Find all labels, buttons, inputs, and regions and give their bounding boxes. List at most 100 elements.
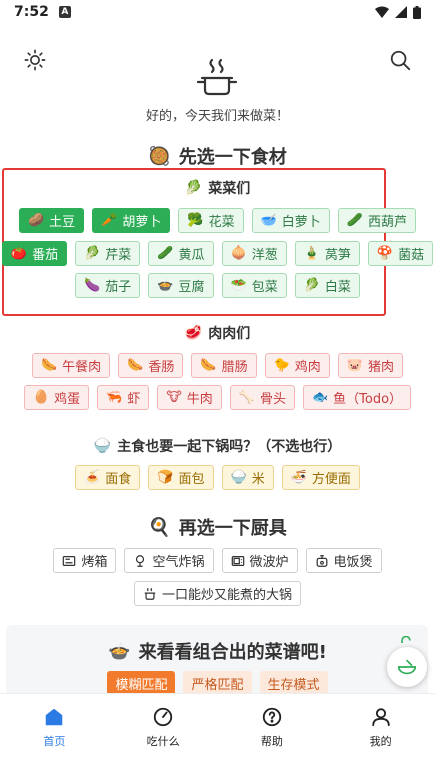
chip-emoji-icon: 🧅 <box>230 246 247 261</box>
chip-label: 菌菇 <box>398 248 425 263</box>
pot-logo-icon <box>196 58 238 96</box>
nav-item[interactable]: 帮助 <box>218 694 327 773</box>
staple-title: 🍚 主食也要一起下锅吗？（不选也行） <box>93 438 342 455</box>
meat-title: 🥩 肉肉们 <box>184 325 251 342</box>
nav-item[interactable]: 吃什么 <box>109 694 218 773</box>
veg-chip[interactable]: 🎍 莴笋 <box>294 241 360 266</box>
chip-label: 西葫芦 <box>367 215 407 230</box>
chip-label: 电饭煲 <box>333 555 373 570</box>
veg-chip[interactable]: 🥕 胡萝卜 <box>92 208 171 233</box>
tool-chip[interactable]: 空气炸锅 <box>124 548 214 573</box>
chip-label: 午餐肉 <box>62 360 102 375</box>
tool-chip[interactable]: 微波炉 <box>221 548 298 573</box>
chip-emoji-icon: 🥣 <box>260 213 277 228</box>
chip-label: 胡萝卜 <box>122 215 162 230</box>
nav-item[interactable]: 我的 <box>326 694 435 773</box>
tools-row-1: 烤箱 空气炸锅 微波炉 电饭煲 <box>0 548 435 573</box>
theme-toggle-button[interactable] <box>21 46 49 74</box>
wifi-icon <box>375 6 389 18</box>
battery-icon <box>413 5 421 19</box>
chip-emoji-icon: 🥒 <box>346 213 363 228</box>
meat-chip[interactable]: 🥚 鸡蛋 <box>23 385 90 410</box>
nav-item[interactable]: 首页 <box>0 694 109 773</box>
staple-chip[interactable]: 🍝 面食 <box>75 465 141 490</box>
chip-label: 空气炸锅 <box>152 555 205 570</box>
tool-chip[interactable]: 一口能炒又能煮的大锅 <box>133 581 301 606</box>
chip-emoji-icon: 🌭 <box>127 358 144 373</box>
header: 好的，今天我们来做菜！ <box>0 36 435 126</box>
search-button[interactable] <box>386 46 414 74</box>
staple-chip[interactable]: 🍜 方便面 <box>281 465 360 490</box>
air-fryer-icon <box>136 554 145 567</box>
meat-chip[interactable]: 🐷 猪肉 <box>337 353 403 378</box>
veg-row-2: 🍅 番茄 🥬 芹菜 🥒 黄瓜 🧅 洋葱 🎍 莴笋 🍄 菌菇 <box>0 241 435 266</box>
meat-chip[interactable]: 🌭 午餐肉 <box>31 353 111 378</box>
chip-emoji-icon: 🥔 <box>27 213 45 228</box>
meat-chip[interactable]: 🌭 香肠 <box>118 353 184 378</box>
chip-emoji-icon: 🥦 <box>187 213 204 228</box>
chip-label: 芹菜 <box>105 248 132 263</box>
chip-label: 烤箱 <box>81 555 108 570</box>
dial-icon <box>153 707 173 727</box>
tool-chip[interactable]: 烤箱 <box>53 548 117 573</box>
staple-chip[interactable]: 🍞 面包 <box>148 465 214 490</box>
chip-emoji-icon: 🐤 <box>273 358 290 373</box>
veg-title: 🥬 菜菜们 <box>184 180 251 197</box>
meat-chip[interactable]: 🐮 牛肉 <box>157 385 222 410</box>
chip-emoji-icon: 🍅 <box>10 246 28 261</box>
help-icon <box>262 707 282 727</box>
veg-chip[interactable]: 🥔 土豆 <box>18 208 85 233</box>
chip-emoji-icon: 🌭 <box>40 358 58 373</box>
meat-row-2: 🥚 鸡蛋 🦐 虾 🐮 牛肉 🦴 骨头 🐟 鱼（Todo） <box>0 385 435 410</box>
chip-label: 鸡蛋 <box>54 392 81 407</box>
greeting-text: 好的，今天我们来做菜！ <box>145 109 289 124</box>
chip-emoji-icon: 🥕 <box>101 213 118 228</box>
home-icon <box>46 708 63 726</box>
chip-label: 白萝卜 <box>281 215 321 230</box>
veg-chip[interactable]: 🥗 包菜 <box>221 273 287 298</box>
chip-emoji-icon: 🥗 <box>230 278 247 293</box>
veg-chip[interactable]: 🥒 黄瓜 <box>148 241 214 266</box>
chip-label: 豆腐 <box>178 280 205 295</box>
chip-emoji-icon: 🦴 <box>238 390 255 405</box>
chip-emoji-icon: 🐷 <box>346 358 363 373</box>
chip-label: 香肠 <box>148 360 175 375</box>
chip-emoji-icon: 🍄 <box>376 246 394 261</box>
stew-icon: 🍲 <box>108 640 131 662</box>
chip-emoji-icon: 🍆 <box>84 278 101 293</box>
chip-label: 骨头 <box>259 392 286 407</box>
veg-chip[interactable]: 🥒 西葫芦 <box>337 208 416 233</box>
veg-chip[interactable]: 🥣 白萝卜 <box>251 208 330 233</box>
veg-chip[interactable]: 🥬 白菜 <box>294 273 360 298</box>
match-mode-button[interactable]: 模糊匹配 <box>107 671 176 695</box>
meat-chip[interactable]: 🐟 鱼（Todo） <box>302 385 412 410</box>
chip-emoji-icon: 🥬 <box>84 246 101 261</box>
chip-label: 花菜 <box>208 215 235 230</box>
veg-chip[interactable]: 🍅 番茄 <box>1 241 68 266</box>
veg-chip[interactable]: 🥬 芹菜 <box>75 241 141 266</box>
bowl-icon <box>397 659 417 675</box>
staple-chip[interactable]: 🍚 米 <box>221 465 274 490</box>
meat-chip[interactable]: 🐤 鸡肉 <box>264 353 330 378</box>
chip-label: 米 <box>251 472 265 487</box>
chip-emoji-icon: 🌭 <box>200 358 217 373</box>
veg-chip[interactable]: 🥦 花菜 <box>178 208 244 233</box>
nav-label: 首页 <box>43 735 66 748</box>
veg-chip[interactable]: 🍆 茄子 <box>75 273 141 298</box>
match-mode-button[interactable]: 生存模式 <box>259 671 328 695</box>
signal-icon <box>395 6 407 18</box>
tool-chip[interactable]: 电饭煲 <box>305 548 382 573</box>
chip-emoji-icon: 🍚 <box>230 470 247 485</box>
meat-chip[interactable]: 🦐 虾 <box>97 385 150 410</box>
floating-pot-button[interactable] <box>387 647 427 687</box>
match-mode-row: 模糊匹配 严格匹配 生存模式 <box>0 671 435 695</box>
veg-chip[interactable]: 🧅 洋葱 <box>221 241 287 266</box>
veg-chip[interactable]: 🍲 豆腐 <box>148 273 214 298</box>
veg-chip[interactable]: 🍄 菌菇 <box>367 241 434 266</box>
tools-row-2: 一口能炒又能煮的大锅 <box>0 581 435 606</box>
match-mode-button[interactable]: 严格匹配 <box>183 671 252 695</box>
oven-icon <box>63 555 76 566</box>
meat-chip[interactable]: 🦴 骨头 <box>229 385 295 410</box>
meat-icon: 🥩 <box>184 325 203 341</box>
meat-chip[interactable]: 🌭 腊肠 <box>191 353 257 378</box>
